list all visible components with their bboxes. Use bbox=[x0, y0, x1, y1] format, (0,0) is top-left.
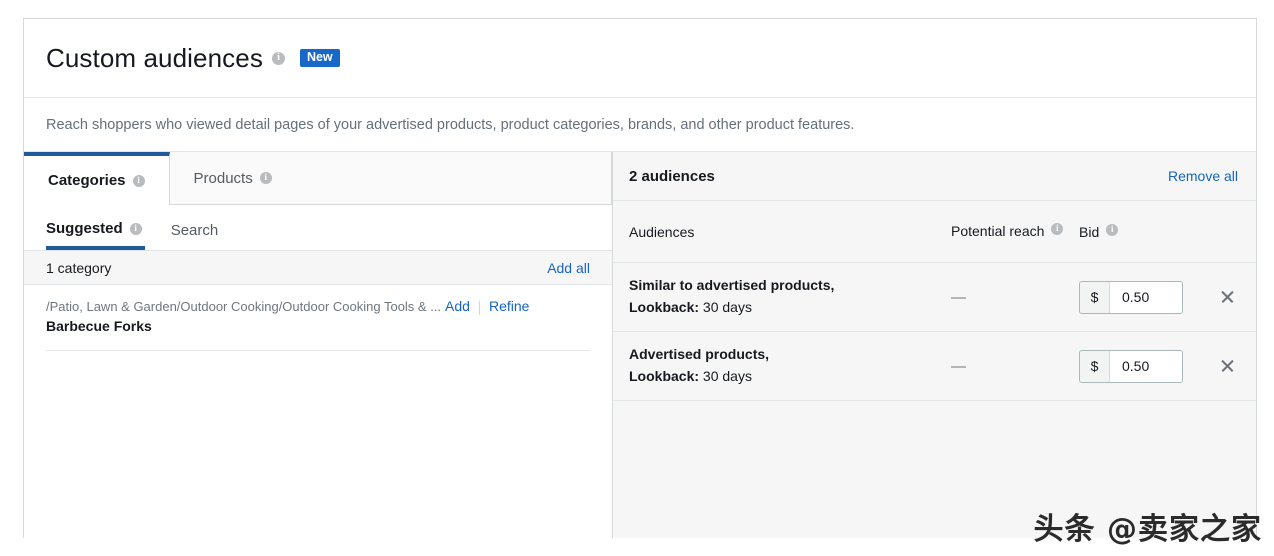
column-header-bid-label: Bid bbox=[1079, 223, 1100, 240]
info-icon[interactable] bbox=[1051, 222, 1064, 236]
audience-potential-reach: — bbox=[951, 357, 966, 375]
add-category-link[interactable]: Add bbox=[445, 298, 470, 314]
info-icon[interactable] bbox=[1106, 223, 1119, 236]
audience-lookback-label: Lookback: bbox=[629, 368, 700, 384]
audiences-header: 2 audiences Remove all bbox=[613, 152, 1256, 201]
subtab-search[interactable]: Search bbox=[171, 222, 222, 250]
tab-products-label: Products bbox=[193, 169, 253, 187]
table-row: Advertised products, Lookback: 30 days —… bbox=[613, 332, 1256, 401]
category-name: Barbecue Forks bbox=[46, 318, 152, 334]
audience-name-cell: Advertised products, Lookback: 30 days bbox=[629, 344, 951, 387]
column-header-potential-reach-label: Potential reach bbox=[951, 223, 1045, 240]
audience-lookback-label: Lookback: bbox=[629, 299, 700, 315]
column-header-potential-reach: Potential reach bbox=[951, 222, 1079, 241]
audience-bid-cell: $ 0.50 bbox=[1079, 280, 1238, 314]
audience-name: Advertised products, bbox=[629, 346, 770, 363]
info-icon[interactable] bbox=[271, 51, 285, 65]
audience-bid-cell: $ 0.50 bbox=[1079, 349, 1238, 383]
bid-currency-prefix: $ bbox=[1080, 350, 1110, 382]
audience-name: Similar to advertised products, bbox=[629, 277, 835, 294]
list-item: /Patio, Lawn & Garden/Outdoor Cooking/Ou… bbox=[46, 285, 590, 351]
audience-name-cell: Similar to advertised products, Lookback… bbox=[629, 275, 951, 318]
category-list-header: 1 category Add all bbox=[24, 250, 612, 285]
audience-potential-reach: — bbox=[951, 288, 966, 306]
categories-pane: Categories Products Suggested Search bbox=[24, 152, 613, 538]
tab-categories-label: Categories bbox=[48, 172, 126, 189]
info-icon[interactable] bbox=[129, 222, 142, 235]
audience-lookback-value: 30 days bbox=[702, 299, 752, 315]
page-title: Custom audiences bbox=[46, 42, 263, 73]
tab-categories[interactable]: Categories bbox=[24, 152, 170, 205]
column-header-audiences: Audiences bbox=[629, 223, 695, 240]
tab-products[interactable]: Products bbox=[169, 152, 612, 205]
card-body: Categories Products Suggested Search bbox=[24, 152, 1256, 538]
category-path-line: /Patio, Lawn & Garden/Outdoor Cooking/Ou… bbox=[46, 298, 590, 315]
card-description: Reach shoppers who viewed detail pages o… bbox=[24, 98, 1256, 152]
column-header-bid: Bid bbox=[1079, 223, 1238, 240]
custom-audiences-card: Custom audiences New Reach shoppers who … bbox=[23, 18, 1257, 538]
divider bbox=[478, 301, 480, 315]
close-icon[interactable] bbox=[1218, 287, 1238, 307]
bid-currency-prefix: $ bbox=[1080, 281, 1110, 313]
subtab-suggested[interactable]: Suggested bbox=[46, 220, 145, 250]
bid-input[interactable]: $ 0.50 bbox=[1079, 349, 1183, 383]
category-count: 1 category bbox=[46, 259, 112, 276]
audiences-count: 2 audiences bbox=[629, 167, 715, 185]
watermark: 头条 @卖家之家 bbox=[1033, 512, 1262, 547]
category-row-actions: Add Refine bbox=[445, 298, 529, 315]
info-icon[interactable] bbox=[132, 174, 145, 187]
close-icon[interactable] bbox=[1218, 356, 1238, 376]
bid-value[interactable]: 0.50 bbox=[1110, 281, 1182, 313]
table-row: Similar to advertised products, Lookback… bbox=[613, 263, 1256, 332]
new-badge: New bbox=[299, 48, 340, 68]
refine-category-link[interactable]: Refine bbox=[489, 298, 529, 314]
audiences-pane: 2 audiences Remove all Audiences Potenti… bbox=[613, 152, 1256, 538]
sub-tabs: Suggested Search bbox=[24, 205, 612, 250]
subtab-suggested-label: Suggested bbox=[46, 220, 123, 237]
primary-tabs: Categories Products bbox=[24, 152, 612, 205]
info-icon[interactable] bbox=[259, 171, 272, 184]
bid-value[interactable]: 0.50 bbox=[1110, 350, 1182, 382]
audiences-column-headers: Audiences Potential reach Bid bbox=[613, 201, 1256, 263]
remove-all-link[interactable]: Remove all bbox=[1168, 168, 1238, 184]
bid-input[interactable]: $ 0.50 bbox=[1079, 280, 1183, 314]
subtab-search-label: Search bbox=[170, 222, 219, 239]
card-header: Custom audiences New bbox=[24, 19, 1256, 98]
category-path: /Patio, Lawn & Garden/Outdoor Cooking/Ou… bbox=[46, 299, 442, 314]
audience-lookback-value: 30 days bbox=[702, 368, 752, 384]
add-all-link[interactable]: Add all bbox=[547, 260, 590, 276]
category-list: /Patio, Lawn & Garden/Outdoor Cooking/Ou… bbox=[24, 285, 612, 538]
